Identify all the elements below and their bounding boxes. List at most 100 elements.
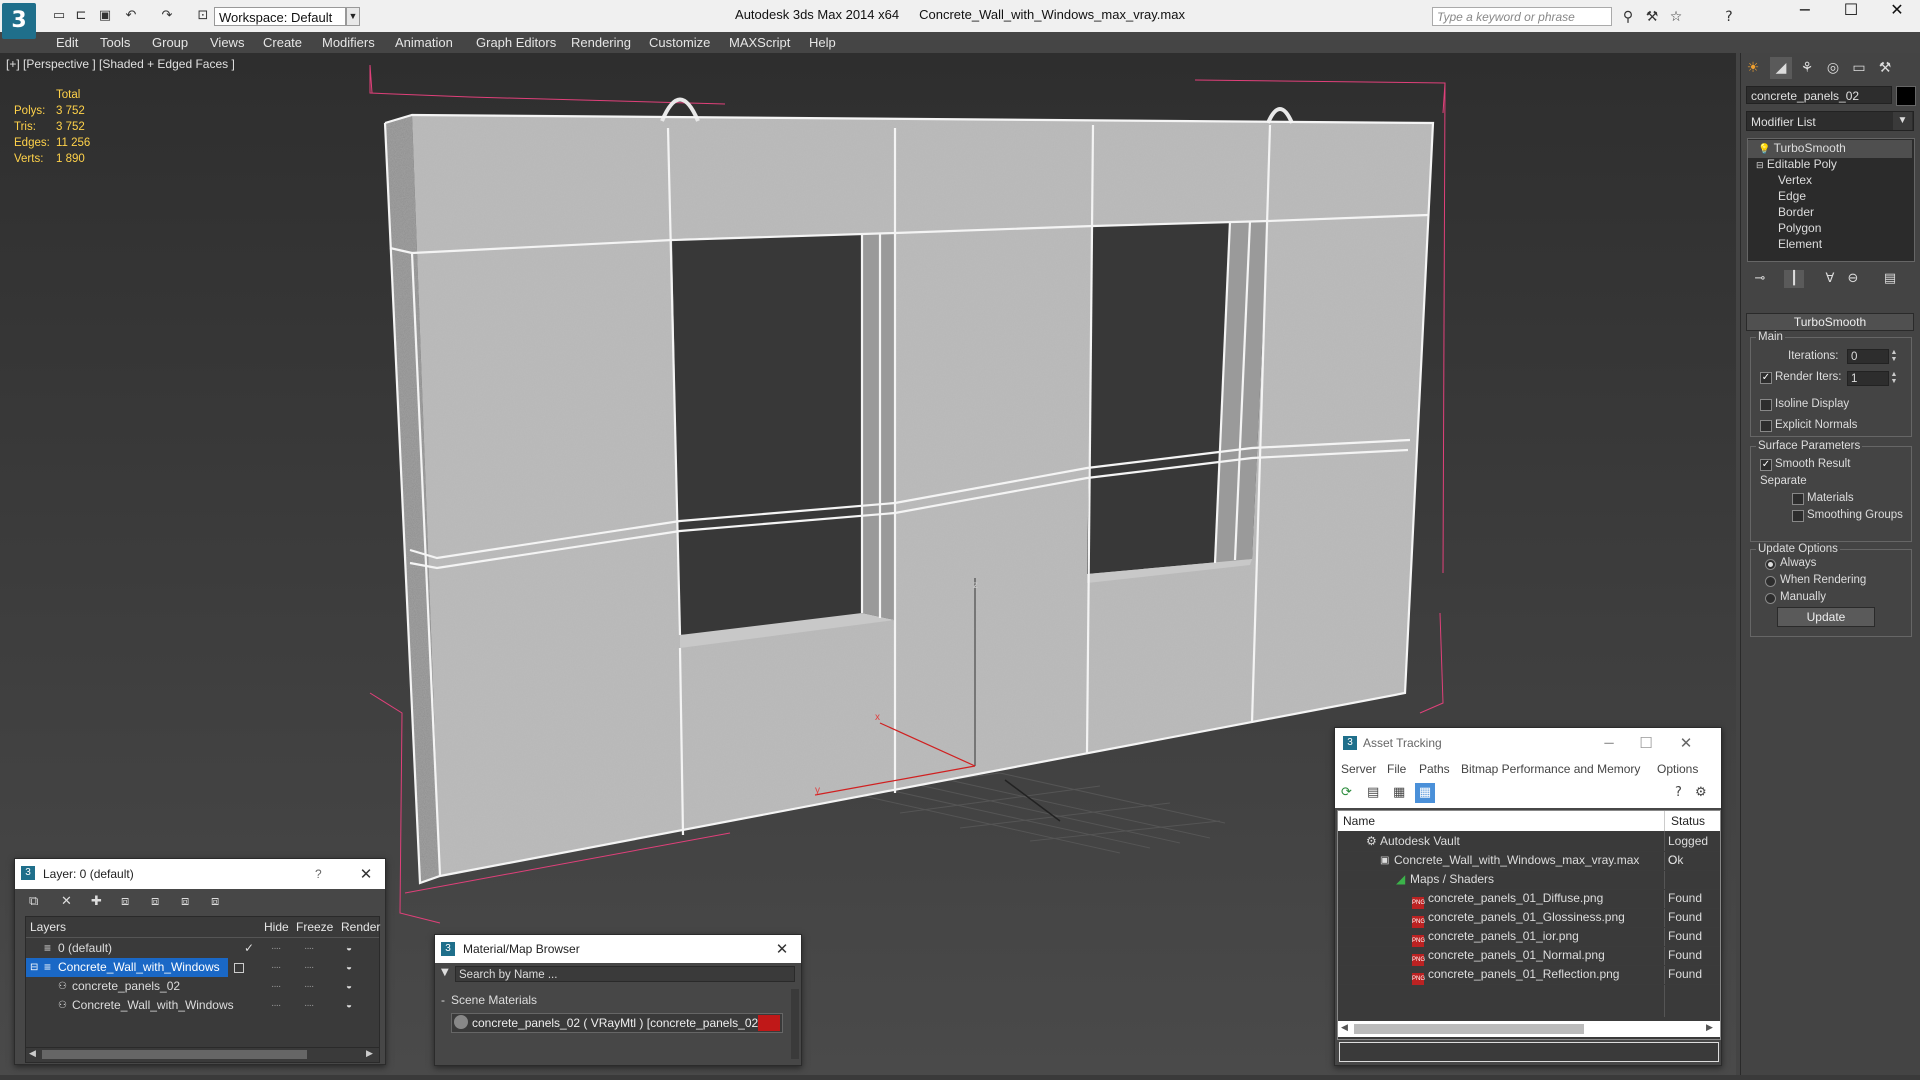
rollout-header[interactable]: TurboSmooth [1746,313,1914,331]
list-view-icon[interactable]: ▤ [1367,785,1379,800]
modifier-list-dropdown[interactable]: Modifier List [1746,111,1914,131]
table-view-icon[interactable]: ▦ [1415,783,1435,803]
freeze-toggle[interactable]: ···· [304,996,314,1015]
hide-toggle[interactable]: ···· [271,977,281,996]
utilities-tab-icon[interactable]: ⚒ [1874,57,1896,79]
menu-tools[interactable]: Tools [100,32,130,53]
render-teapot-icon[interactable]: ◒ [346,939,352,958]
freeze-toggle[interactable]: ···· [304,958,314,977]
asset-row[interactable]: ⚙ Autodesk Vault Logged O [1338,832,1720,867]
configure-sets-icon[interactable]: ▤ [1880,270,1900,288]
render-teapot-icon[interactable]: ◒ [346,977,352,996]
stack-item-vertex[interactable]: Vertex [1778,172,1812,188]
col-status[interactable]: Status [1664,811,1705,831]
menu-paths[interactable]: Paths [1419,758,1450,780]
maximize-icon[interactable]: ☐ [1629,728,1663,758]
new-layer-icon[interactable]: ⧉ [29,894,38,909]
asset-row[interactable]: PNG concrete_panels_01_Glossiness.png Foun… [1338,908,1720,928]
render-teapot-icon[interactable]: ◒ [346,958,352,977]
material-item[interactable]: concrete_panels_02 ( VRayMtl ) [concrete… [451,1013,783,1033]
binoculars-icon[interactable]: ⚲ [1618,8,1638,26]
create-tab-icon[interactable]: ☀ [1742,57,1764,79]
remove-modifier-icon[interactable]: ⊖ [1843,270,1863,288]
star-icon[interactable]: ☆ [1666,8,1686,26]
when-rendering-radio[interactable] [1765,576,1776,587]
iterations-spinner[interactable]: 0 [1847,349,1889,364]
help-icon[interactable]: ? [1675,785,1682,800]
menu-bitmap-performance[interactable]: Bitmap Performance and Memory [1461,758,1640,780]
menu-rendering[interactable]: Rendering [571,32,631,53]
menu-modifiers[interactable]: Modifiers [322,32,375,53]
chevron-down-icon[interactable]: ▼ [1893,112,1912,130]
scroll-thumb[interactable] [1354,1024,1584,1034]
asset-row[interactable]: PNG concrete_panels_01_Normal.png Found [1338,946,1720,966]
search-tools-icon[interactable]: ⚒ [1642,8,1662,26]
show-end-result-icon[interactable]: ┃ [1784,270,1804,288]
explicit-normals-checkbox[interactable] [1760,420,1772,432]
settings-icon[interactable]: ⚙ [1695,785,1707,800]
layer-row[interactable]: ⚇ Concrete_Wall_with_Windows ···· ···· ◒ [26,996,379,1015]
minimize-button[interactable]: − [1782,0,1828,30]
render-teapot-icon[interactable]: ◒ [346,996,352,1015]
spinner-arrows-icon[interactable]: ▲ ▼ [1889,371,1899,386]
lightbulb-icon[interactable]: 💡 [1758,144,1770,155]
menu-server[interactable]: Server [1341,758,1376,780]
menu-customize[interactable]: Customize [649,32,710,53]
close-icon[interactable]: ✕ [1669,728,1703,758]
expand-minus-icon[interactable]: ⊟ [1756,160,1764,170]
asset-row[interactable]: PNG concrete_panels_01_Reflection.png Foun… [1338,965,1720,985]
search-input[interactable]: Type a keyword or phrase [1432,7,1612,26]
hide-toggle[interactable]: ···· [271,996,281,1015]
chevron-right-icon[interactable]: ▶ [366,1048,373,1059]
menu-animation[interactable]: Animation [395,32,453,53]
menu-maxscript[interactable]: MAXScript [729,32,790,53]
make-unique-icon[interactable]: ∀ [1820,270,1840,288]
object-name-field[interactable]: concrete_panels_02 [1746,86,1892,104]
stack-item-element[interactable]: Element [1778,236,1822,252]
help-icon[interactable]: ? [315,859,322,889]
hide-toggle[interactable]: ···· [271,939,281,958]
close-button[interactable]: ✕ [1874,0,1920,30]
menu-edit[interactable]: Edit [56,32,78,53]
hide-all-icon[interactable]: ⧈ [181,894,189,909]
app-logo-icon[interactable]: 3 [2,3,36,39]
menu-options[interactable]: Options [1657,758,1698,780]
chevron-left-icon[interactable]: ◀ [1341,1022,1348,1033]
asset-row[interactable]: ◢ Maps / Shaders [1338,870,1720,890]
display-tab-icon[interactable]: ▭ [1848,57,1870,79]
chevron-left-icon[interactable]: ◀ [29,1048,36,1059]
smoothing-groups-checkbox[interactable] [1792,510,1804,522]
chevron-right-icon[interactable]: ▶ [1706,1022,1713,1033]
refresh-icon[interactable]: ⟳ [1341,785,1352,800]
layer-box-toggle[interactable] [234,963,244,973]
col-render[interactable]: Render [341,920,380,934]
asset-tracking-titlebar[interactable]: 3 Asset Tracking − ☐ ✕ [1335,728,1721,758]
hierarchy-tab-icon[interactable]: ⚘ [1796,57,1818,79]
manually-radio[interactable] [1765,593,1776,604]
stack-item-edge[interactable]: Edge [1778,188,1806,204]
freeze-all-icon[interactable]: ⧈ [211,894,219,909]
stack-item-editable-poly[interactable]: ⊟ Editable Poly [1756,156,1837,173]
scroll-thumb[interactable] [42,1050,307,1059]
freeze-toggle[interactable]: ···· [304,939,314,958]
horizontal-scrollbar[interactable]: ◀ ▶ [1338,1021,1720,1037]
isoline-display-checkbox[interactable] [1760,399,1772,411]
vertical-scrollbar[interactable] [791,989,799,1059]
col-freeze[interactable]: Freeze [296,920,333,934]
menu-graph-editors[interactable]: Graph Editors [476,32,556,53]
highlight-layer-icon[interactable]: ⧈ [151,894,159,909]
object-color-swatch[interactable] [1896,86,1916,106]
spinner-arrows-icon[interactable]: ▲ ▼ [1889,349,1899,364]
asset-path-field[interactable] [1339,1042,1719,1062]
current-layer-check-icon[interactable]: ✓ [244,939,254,958]
materials-checkbox[interactable] [1792,493,1804,505]
menu-help[interactable]: Help [809,32,836,53]
scene-materials-header[interactable]: - Scene Materials [441,992,791,1008]
stack-item-polygon[interactable]: Polygon [1778,220,1821,236]
layer-row[interactable]: ⊟ ≡ Concrete_Wall_with_Windows ···· ····… [26,958,379,977]
material-search-input[interactable]: Search by Name ... [455,966,795,982]
always-radio[interactable] [1765,559,1776,570]
help-icon[interactable]: ? [1719,8,1739,26]
layer-window-titlebar[interactable]: 3 Layer: 0 (default) ? ✕ [15,859,385,889]
hide-toggle[interactable]: ···· [271,958,281,977]
